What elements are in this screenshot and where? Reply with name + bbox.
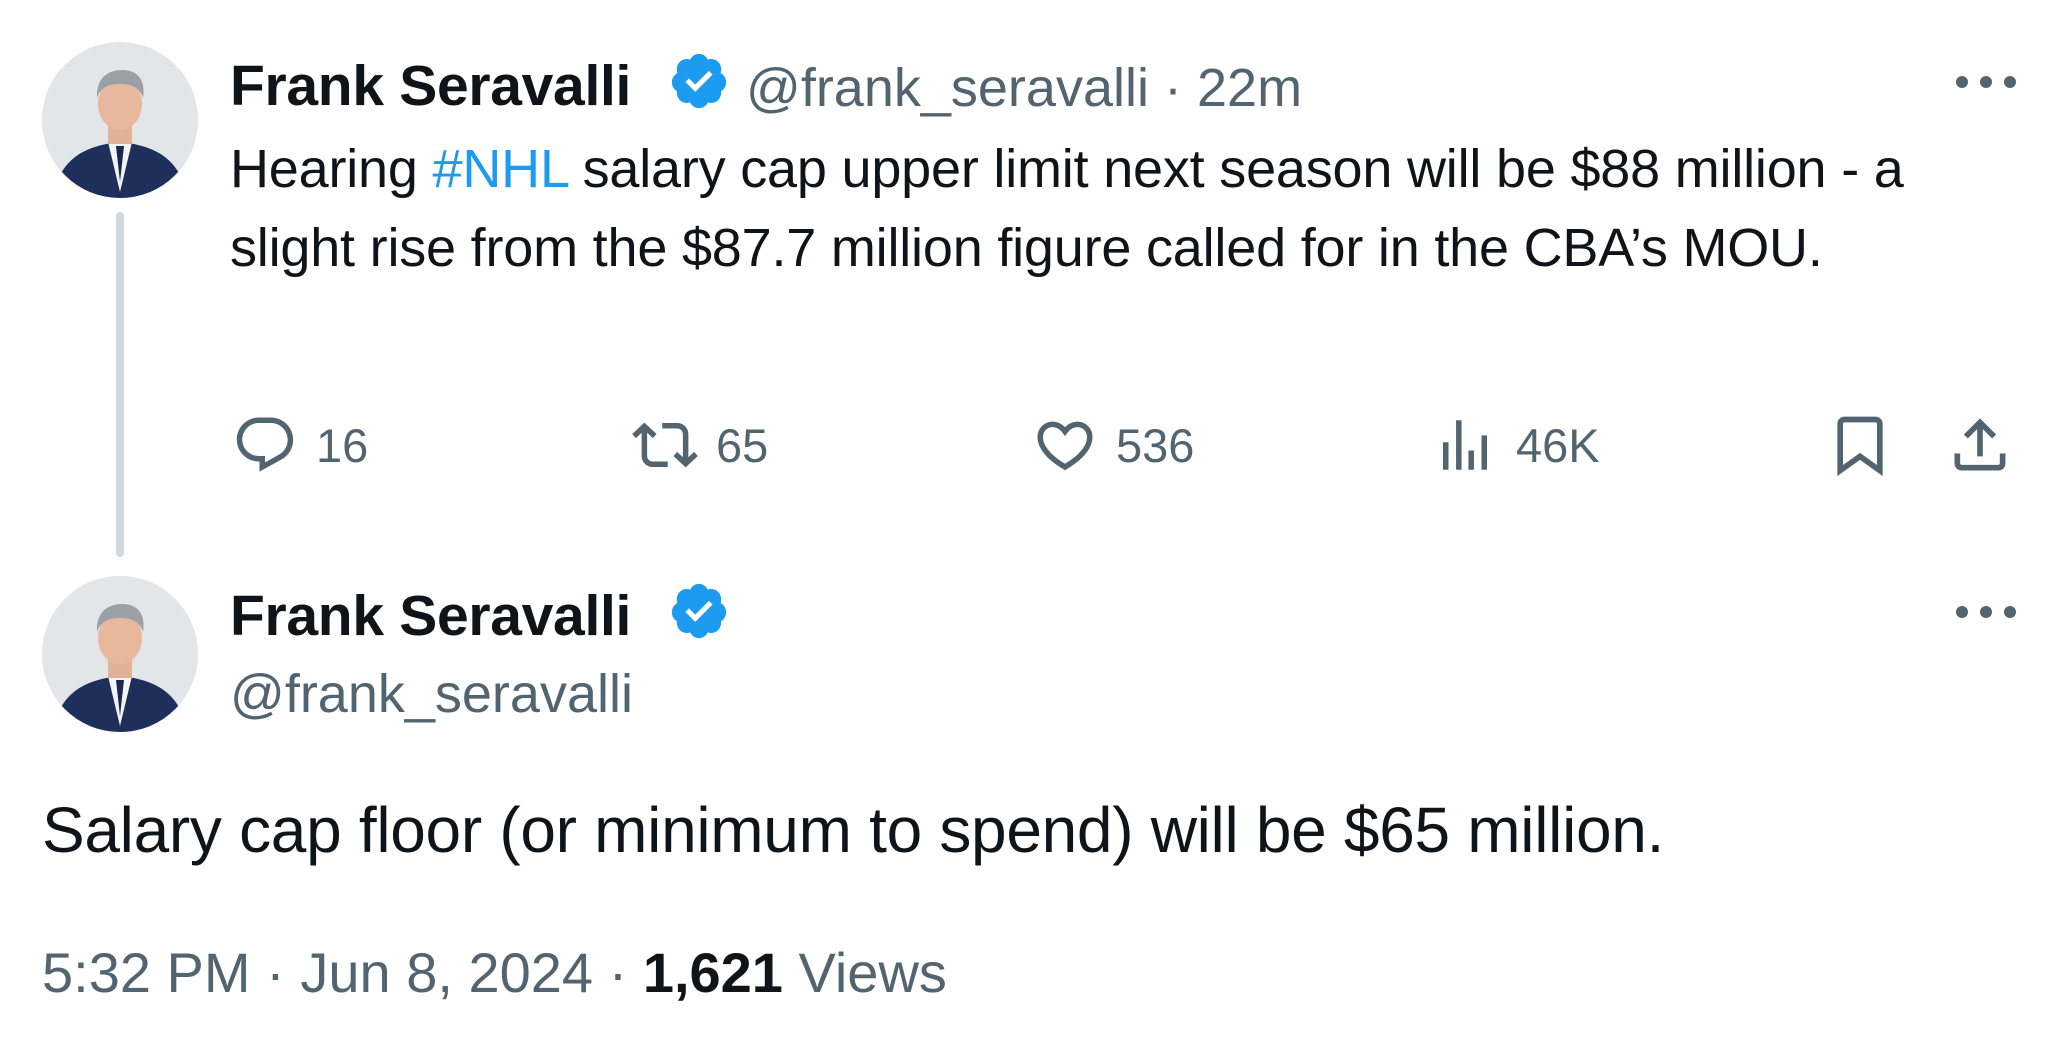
thread-connector-line (116, 212, 124, 557)
views-button[interactable]: 46K (1432, 410, 1600, 480)
repost-icon (632, 422, 698, 468)
tweet-thread: Frank Seravalli @frank_seravalli · 22m H… (0, 0, 2060, 1060)
bookmark-icon (1837, 416, 1883, 476)
author-handle[interactable]: @frank_seravalli (230, 667, 633, 721)
reply-button[interactable]: 16 (232, 410, 368, 480)
repost-count: 65 (716, 418, 769, 472)
separator: · (608, 941, 628, 1004)
reply-count: 16 (316, 418, 369, 472)
tweet-text-part: Hearing (230, 139, 433, 199)
share-icon (1954, 418, 2006, 471)
separator: · (266, 941, 285, 1004)
views-icon (1443, 420, 1487, 470)
author-name[interactable]: Frank Seravalli (230, 58, 631, 115)
author-handle[interactable]: @frank_seravalli (746, 58, 1149, 118)
repost-button[interactable]: 65 (632, 410, 768, 480)
avatar[interactable] (42, 42, 198, 198)
like-button[interactable]: 536 (1032, 410, 1194, 480)
avatar[interactable] (42, 576, 198, 732)
more-icon[interactable] (1956, 602, 2016, 622)
hashtag-link[interactable]: #NHL (433, 139, 568, 199)
views-count: 46K (1516, 418, 1600, 472)
verified-badge-icon (671, 53, 727, 109)
author-name[interactable]: Frank Seravalli (230, 588, 631, 645)
timestamp[interactable]: 22m (1197, 58, 1302, 118)
separator: · (1164, 58, 1182, 118)
views-label: Views (798, 941, 947, 1004)
bookmark-button[interactable] (1826, 410, 1894, 480)
tweet-time[interactable]: 5:32 PM (42, 941, 251, 1004)
verified-badge-icon (671, 583, 727, 639)
views-count: 1,621 (642, 941, 783, 1004)
tweet-meta: 5:32 PM · Jun 8, 2024 · 1,621 Views (42, 945, 947, 1001)
author-handle-and-time[interactable]: @frank_seravalli · 22m (746, 61, 1302, 115)
share-button[interactable] (1946, 410, 2014, 480)
like-count: 536 (1116, 418, 1195, 472)
tweet-date[interactable]: Jun 8, 2024 (300, 941, 593, 1004)
more-icon[interactable] (1956, 72, 2016, 92)
reply-icon (236, 417, 294, 472)
tweet-text: Hearing #NHL salary cap upper limit next… (230, 130, 1990, 288)
like-icon (1037, 421, 1093, 471)
tweet-text: Salary cap floor (or minimum to spend) w… (42, 794, 1665, 866)
